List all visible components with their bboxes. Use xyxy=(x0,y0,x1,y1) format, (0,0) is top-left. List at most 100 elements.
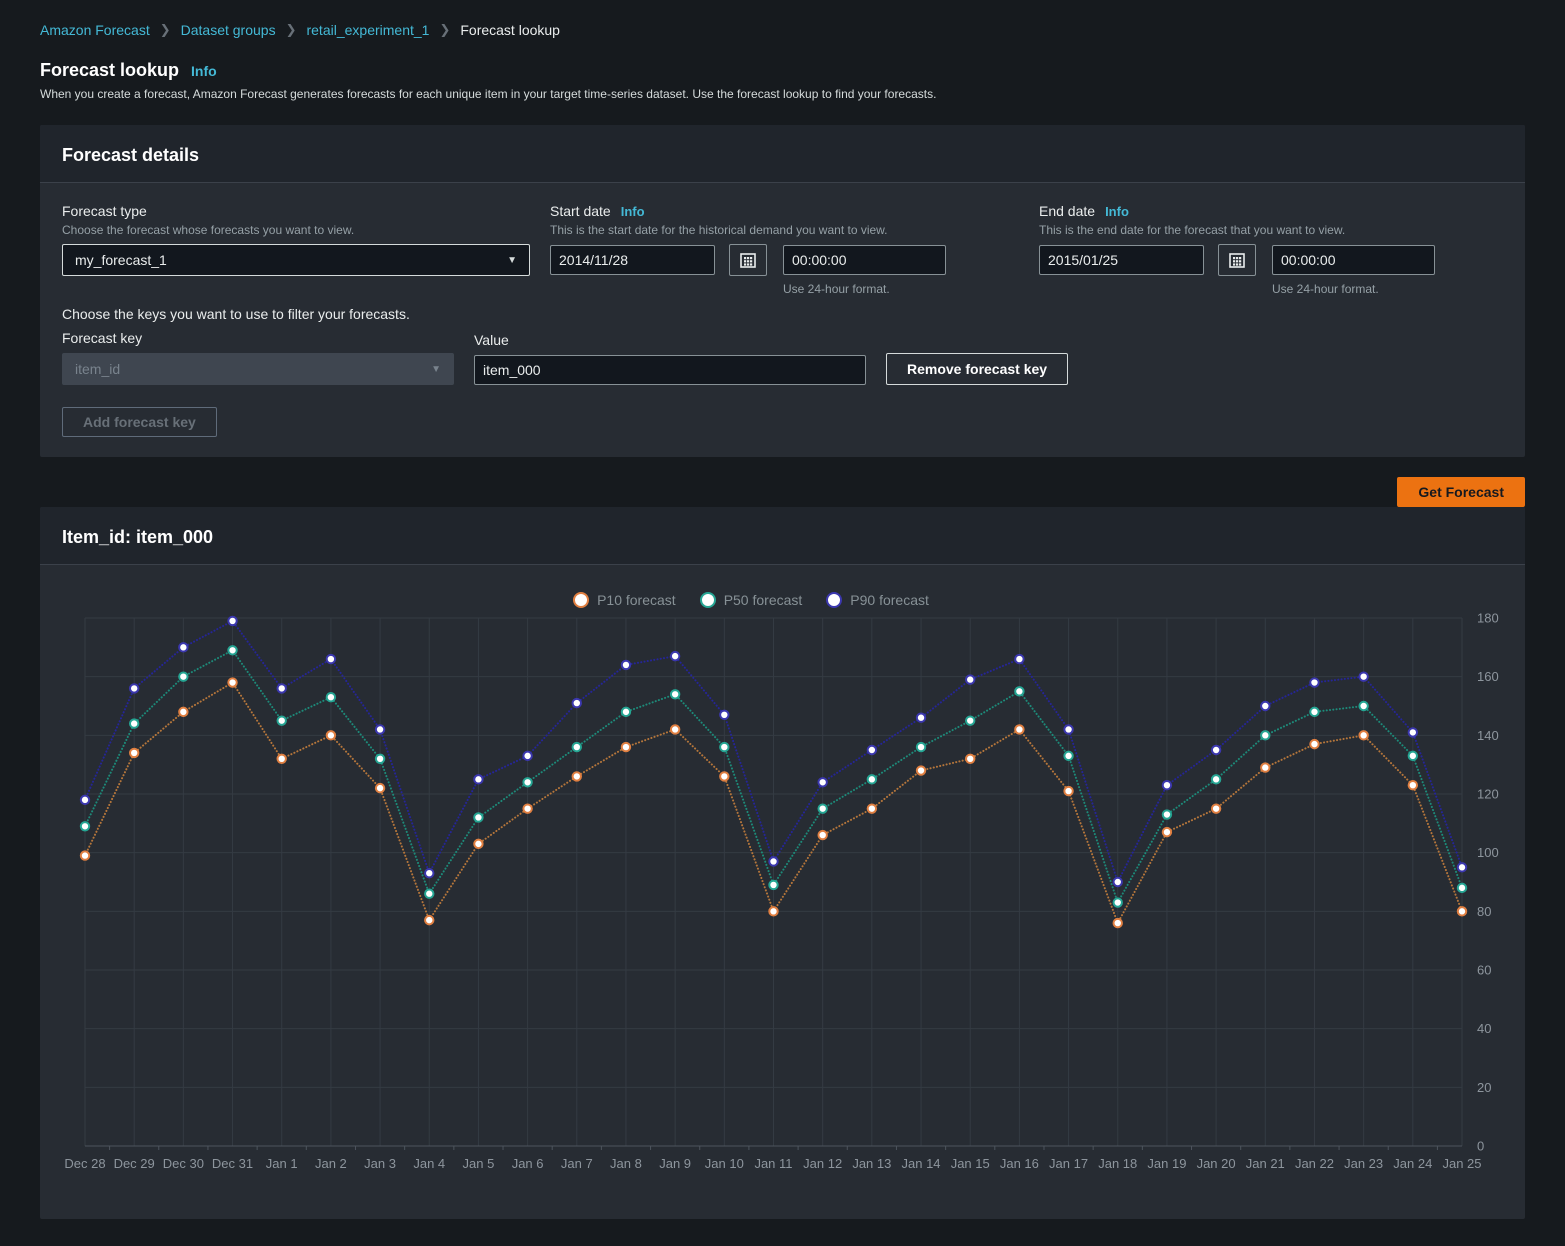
svg-text:Jan 2: Jan 2 xyxy=(315,1156,347,1171)
start-time-input[interactable] xyxy=(783,245,946,275)
svg-text:Jan 20: Jan 20 xyxy=(1197,1156,1236,1171)
calendar-icon xyxy=(740,252,756,268)
legend-item-p50[interactable]: P50 forecast xyxy=(700,592,803,608)
forecast-type-field: Forecast type Choose the forecast whose … xyxy=(62,203,530,296)
svg-text:Jan 18: Jan 18 xyxy=(1098,1156,1137,1171)
legend-item-p10[interactable]: P10 forecast xyxy=(573,592,676,608)
svg-text:Jan 6: Jan 6 xyxy=(512,1156,544,1171)
p90-legend-marker-icon xyxy=(826,592,842,608)
start-date-label: Start date xyxy=(550,203,611,219)
svg-text:Jan 8: Jan 8 xyxy=(610,1156,642,1171)
svg-text:40: 40 xyxy=(1477,1021,1491,1036)
start-date-input[interactable] xyxy=(550,245,715,275)
chevron-right-icon: ❯ xyxy=(286,22,297,38)
start-date-description: This is the start date for the historica… xyxy=(550,223,1019,237)
start-date-calendar-button[interactable] xyxy=(729,244,767,276)
svg-text:140: 140 xyxy=(1477,728,1499,743)
svg-text:80: 80 xyxy=(1477,904,1491,919)
chevron-right-icon: ❯ xyxy=(439,22,450,38)
legend-label-p10: P10 forecast xyxy=(597,592,676,608)
svg-text:Jan 22: Jan 22 xyxy=(1295,1156,1334,1171)
chevron-down-icon: ▼ xyxy=(431,364,441,375)
end-time-format-note: Use 24-hour format. xyxy=(1272,282,1503,296)
keys-instruction: Choose the keys you want to use to filte… xyxy=(62,306,1503,322)
forecast-details-header: Forecast details xyxy=(40,125,1525,183)
calendar-icon xyxy=(1229,252,1245,268)
svg-text:Jan 19: Jan 19 xyxy=(1147,1156,1186,1171)
forecast-details-panel: Forecast details Forecast type Choose th… xyxy=(40,125,1525,457)
forecast-result-panel: Item_id: item_000 P10 forecast P50 forec… xyxy=(40,507,1525,1219)
breadcrumb-link-dataset-group[interactable]: retail_experiment_1 xyxy=(306,22,429,38)
end-time-input[interactable] xyxy=(1272,245,1435,275)
end-date-info-link[interactable]: Info xyxy=(1105,204,1129,219)
legend-label-p50: P50 forecast xyxy=(724,592,803,608)
end-date-input[interactable] xyxy=(1039,245,1204,275)
svg-text:Jan 3: Jan 3 xyxy=(364,1156,396,1171)
legend-label-p90: P90 forecast xyxy=(850,592,929,608)
breadcrumb-link-dataset-groups[interactable]: Dataset groups xyxy=(181,22,276,38)
forecast-chart-area: P10 forecast P50 forecast P90 forecast 0… xyxy=(40,565,1525,1219)
end-date-calendar-button[interactable] xyxy=(1218,244,1256,276)
legend-item-p90[interactable]: P90 forecast xyxy=(826,592,929,608)
forecast-line-chart: 020406080100120140160180Dec 28Dec 29Dec … xyxy=(40,565,1525,1219)
page-title: Forecast lookup xyxy=(40,60,179,81)
svg-text:100: 100 xyxy=(1477,845,1499,860)
value-field: Value xyxy=(474,332,866,385)
svg-text:20: 20 xyxy=(1477,1080,1491,1095)
p50-legend-marker-icon xyxy=(700,592,716,608)
forecast-type-label: Forecast type xyxy=(62,203,147,219)
svg-text:60: 60 xyxy=(1477,963,1491,978)
svg-text:Jan 7: Jan 7 xyxy=(561,1156,593,1171)
breadcrumb-current: Forecast lookup xyxy=(460,22,560,38)
svg-text:Dec 30: Dec 30 xyxy=(163,1156,204,1171)
svg-text:Jan 25: Jan 25 xyxy=(1442,1156,1481,1171)
svg-text:160: 160 xyxy=(1477,669,1499,684)
chart-legend: P10 forecast P50 forecast P90 forecast xyxy=(40,592,1462,608)
start-date-info-link[interactable]: Info xyxy=(621,204,645,219)
forecast-key-selected-value: item_id xyxy=(75,361,120,377)
result-panel-title: Item_id: item_000 xyxy=(62,527,213,547)
chevron-down-icon: ▼ xyxy=(507,255,517,266)
svg-text:Jan 5: Jan 5 xyxy=(463,1156,495,1171)
add-forecast-key-button: Add forecast key xyxy=(62,407,217,437)
svg-text:Jan 17: Jan 17 xyxy=(1049,1156,1088,1171)
forecast-type-selected-value: my_forecast_1 xyxy=(75,252,167,268)
start-date-field: Start date Info This is the start date f… xyxy=(550,203,1019,296)
forecast-key-label: Forecast key xyxy=(62,330,454,346)
page-description: When you create a forecast, Amazon Forec… xyxy=(40,87,1525,101)
value-label: Value xyxy=(474,332,866,348)
svg-text:Jan 21: Jan 21 xyxy=(1246,1156,1285,1171)
forecast-lookup-page: Amazon Forecast ❯ Dataset groups ❯ retai… xyxy=(0,0,1565,1219)
svg-text:Jan 10: Jan 10 xyxy=(705,1156,744,1171)
forecast-type-select[interactable]: my_forecast_1 ▼ xyxy=(62,244,530,276)
start-time-format-note: Use 24-hour format. xyxy=(783,282,1019,296)
svg-text:Dec 29: Dec 29 xyxy=(114,1156,155,1171)
svg-text:Jan 11: Jan 11 xyxy=(754,1156,792,1171)
svg-text:Jan 9: Jan 9 xyxy=(659,1156,691,1171)
forecast-details-title: Forecast details xyxy=(62,145,199,165)
result-panel-header: Item_id: item_000 xyxy=(40,507,1525,565)
forecast-key-select: item_id ▼ xyxy=(62,353,454,385)
end-date-field: End date Info This is the end date for t… xyxy=(1039,203,1503,296)
end-date-description: This is the end date for the forecast th… xyxy=(1039,223,1503,237)
svg-text:Dec 31: Dec 31 xyxy=(212,1156,253,1171)
breadcrumb-link-amazon-forecast[interactable]: Amazon Forecast xyxy=(40,22,150,38)
svg-text:Jan 15: Jan 15 xyxy=(951,1156,990,1171)
svg-text:Jan 23: Jan 23 xyxy=(1344,1156,1383,1171)
svg-text:Jan 16: Jan 16 xyxy=(1000,1156,1039,1171)
svg-text:Jan 24: Jan 24 xyxy=(1393,1156,1432,1171)
forecast-type-description: Choose the forecast whose forecasts you … xyxy=(62,223,530,237)
svg-text:0: 0 xyxy=(1477,1139,1484,1154)
remove-forecast-key-button[interactable]: Remove forecast key xyxy=(886,353,1068,385)
get-forecast-button[interactable]: Get Forecast xyxy=(1397,477,1525,507)
svg-text:Dec 28: Dec 28 xyxy=(64,1156,105,1171)
forecast-key-field: Forecast key item_id ▼ xyxy=(62,330,454,385)
svg-text:120: 120 xyxy=(1477,787,1499,802)
svg-text:Jan 12: Jan 12 xyxy=(803,1156,842,1171)
chevron-right-icon: ❯ xyxy=(160,22,171,38)
breadcrumb: Amazon Forecast ❯ Dataset groups ❯ retai… xyxy=(40,22,1525,38)
page-info-link[interactable]: Info xyxy=(191,63,217,79)
value-input[interactable] xyxy=(474,355,866,385)
end-date-label: End date xyxy=(1039,203,1095,219)
p10-legend-marker-icon xyxy=(573,592,589,608)
